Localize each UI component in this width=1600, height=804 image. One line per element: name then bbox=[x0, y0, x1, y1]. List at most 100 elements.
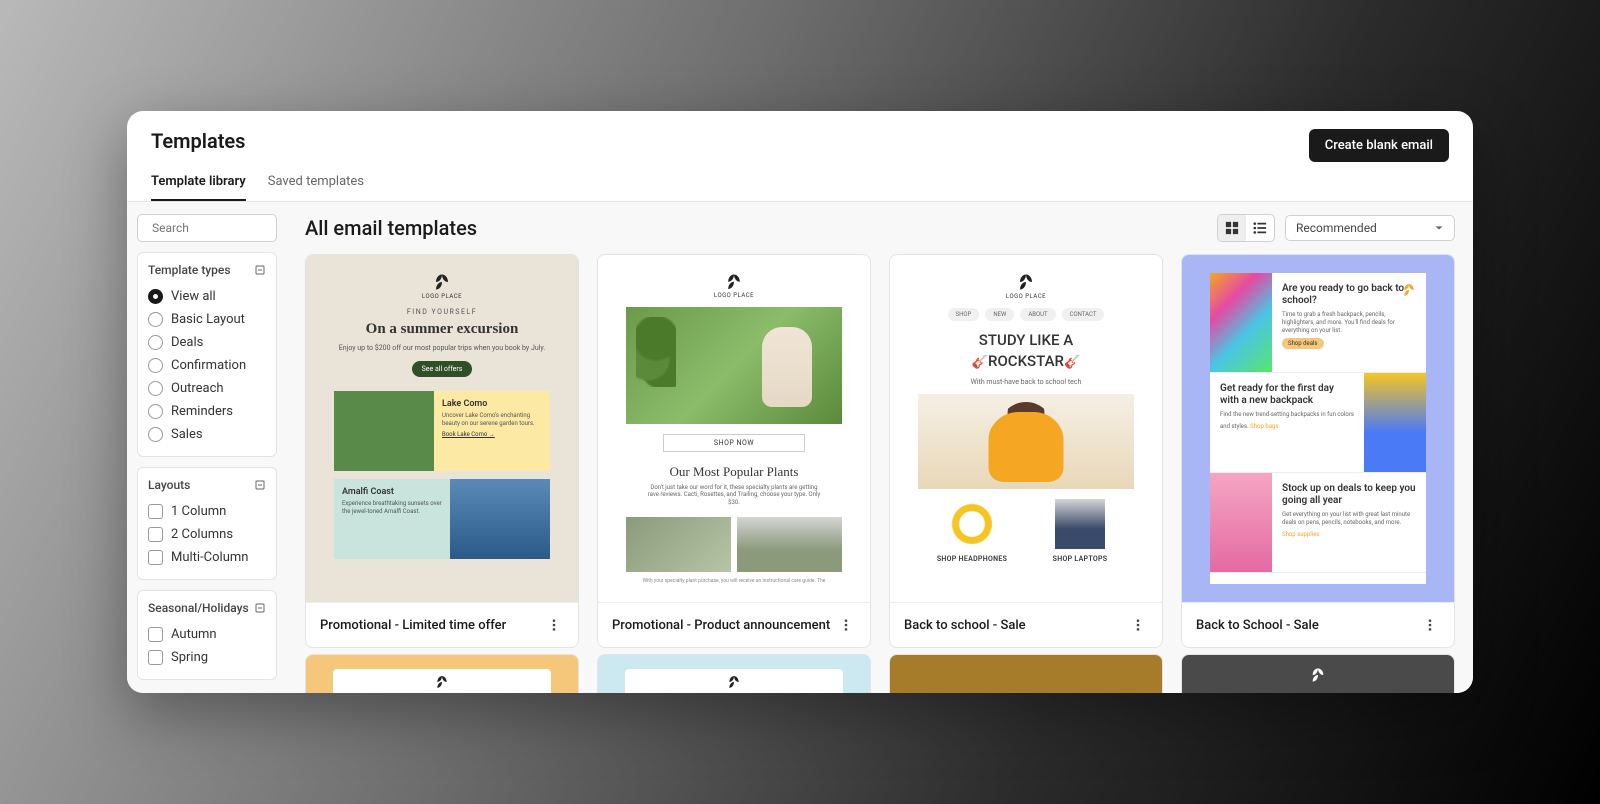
card-footer: Promotional - Product announcement bbox=[598, 602, 870, 647]
collapse-icon bbox=[254, 602, 266, 614]
card-menu-button[interactable] bbox=[1420, 615, 1440, 635]
more-vertical-icon bbox=[1423, 618, 1437, 632]
leaf-logo-icon bbox=[433, 273, 451, 291]
guitar-icon: 🎸 bbox=[1064, 355, 1080, 370]
headphones-image bbox=[947, 499, 997, 549]
filter-deals[interactable]: Deals bbox=[148, 331, 266, 354]
sort-dropdown[interactable]: Recommended bbox=[1285, 215, 1455, 241]
template-card[interactable]: Are you ready to go back to school?Time … bbox=[1181, 254, 1455, 648]
leaf-logo-icon bbox=[727, 675, 741, 689]
template-preview: Are you ready to go back to school?Time … bbox=[1182, 255, 1454, 602]
templates-grid: LOGO PLACE FIND YOURSELF On a summer exc… bbox=[287, 254, 1473, 654]
template-card[interactable]: LOGO PLACE FIND YOURSELF On a summer exc… bbox=[305, 254, 579, 648]
template-card[interactable]: LOGO PLACE SHOPNEWABOUTCONTACT STUDY LIK… bbox=[889, 254, 1163, 648]
card-menu-button[interactable] bbox=[1128, 615, 1148, 635]
search-box[interactable] bbox=[137, 214, 277, 242]
leaf-logo-icon bbox=[435, 675, 449, 689]
card-menu-button[interactable] bbox=[836, 615, 856, 635]
templates-grid-row2 bbox=[287, 654, 1473, 693]
create-blank-email-button[interactable]: Create blank email bbox=[1309, 129, 1449, 162]
template-card[interactable] bbox=[305, 654, 579, 693]
leaf-logo-icon bbox=[1310, 667, 1326, 683]
main-content: All email templates Recommended bbox=[287, 202, 1473, 693]
filter-2-columns[interactable]: 2 Columns bbox=[148, 523, 266, 546]
checkbox-icon bbox=[148, 627, 163, 642]
collapse-icon bbox=[254, 479, 266, 491]
backpack-image bbox=[1364, 373, 1426, 472]
radio-icon bbox=[148, 404, 163, 419]
filter-spring[interactable]: Spring bbox=[148, 646, 266, 669]
app-window: Templates Create blank email Template li… bbox=[127, 111, 1473, 693]
filter-heading[interactable]: Template types bbox=[148, 263, 266, 277]
more-vertical-icon bbox=[839, 618, 853, 632]
checkbox-icon bbox=[148, 550, 163, 565]
pencils-image bbox=[1210, 273, 1272, 372]
laptop-image bbox=[1055, 499, 1105, 549]
card-menu-button[interactable] bbox=[544, 615, 564, 635]
chevron-down-icon bbox=[1434, 223, 1444, 233]
filter-autumn[interactable]: Autumn bbox=[148, 623, 266, 646]
checkbox-icon bbox=[148, 650, 163, 665]
student-hero-image bbox=[918, 394, 1134, 489]
coast-image bbox=[450, 479, 550, 559]
checkbox-icon bbox=[148, 527, 163, 542]
card-title: Promotional - Product announcement bbox=[612, 618, 830, 633]
filter-basic-layout[interactable]: Basic Layout bbox=[148, 308, 266, 331]
card-title: Promotional - Limited time offer bbox=[320, 618, 506, 633]
card-footer: Back to School - Sale bbox=[1182, 602, 1454, 647]
tab-saved-templates[interactable]: Saved templates bbox=[268, 174, 364, 201]
page-title: Templates bbox=[151, 129, 245, 153]
more-vertical-icon bbox=[1131, 618, 1145, 632]
more-vertical-icon bbox=[547, 618, 561, 632]
search-input[interactable] bbox=[152, 221, 308, 235]
filter-multi-column[interactable]: Multi-Column bbox=[148, 546, 266, 569]
sidebar: Template types View all Basic Layout Dea… bbox=[127, 202, 287, 693]
filter-outreach[interactable]: Outreach bbox=[148, 377, 266, 400]
plants-hero-image bbox=[626, 307, 842, 423]
main-title: All email templates bbox=[305, 216, 477, 240]
radio-icon bbox=[148, 381, 163, 396]
filter-sales[interactable]: Sales bbox=[148, 423, 266, 446]
radio-icon bbox=[148, 312, 163, 327]
template-card[interactable] bbox=[1181, 654, 1455, 693]
template-card[interactable]: LOGO PLACE SHOP NOW Our Most Popular Pla… bbox=[597, 254, 871, 648]
card-title: Back to School - Sale bbox=[1196, 618, 1319, 633]
plant-thumb bbox=[737, 517, 842, 572]
template-preview: LOGO PLACE SHOP NOW Our Most Popular Pla… bbox=[598, 255, 870, 602]
radio-icon bbox=[148, 358, 163, 373]
radio-icon bbox=[148, 335, 163, 350]
card-footer: Promotional - Limited time offer bbox=[306, 602, 578, 647]
list-view-button[interactable] bbox=[1246, 215, 1274, 241]
filter-layouts: Layouts 1 Column 2 Columns Multi-Column bbox=[137, 467, 277, 580]
plant-thumb bbox=[626, 517, 731, 572]
grid-view-button[interactable] bbox=[1218, 215, 1246, 241]
tabs: Template library Saved templates bbox=[127, 162, 1473, 202]
body: Template types View all Basic Layout Dea… bbox=[127, 202, 1473, 693]
filter-reminders[interactable]: Reminders bbox=[148, 400, 266, 423]
calculator-image bbox=[1210, 473, 1272, 572]
filter-template-types: Template types View all Basic Layout Dea… bbox=[137, 252, 277, 457]
garden-image bbox=[334, 391, 434, 471]
tab-template-library[interactable]: Template library bbox=[151, 174, 246, 201]
radio-icon bbox=[148, 289, 163, 304]
filter-view-all[interactable]: View all bbox=[148, 285, 266, 308]
leaf-logo-icon bbox=[1017, 273, 1035, 291]
collapse-icon bbox=[254, 264, 266, 276]
filter-heading[interactable]: Seasonal/Holidays bbox=[148, 601, 266, 615]
grid-icon bbox=[1225, 221, 1239, 235]
card-footer: Back to school - Sale bbox=[890, 602, 1162, 647]
leaf-logo-icon bbox=[725, 273, 743, 290]
card-title: Back to school - Sale bbox=[904, 618, 1026, 633]
filter-confirmation[interactable]: Confirmation bbox=[148, 354, 266, 377]
main-header: All email templates Recommended bbox=[287, 202, 1473, 254]
view-toggle bbox=[1217, 214, 1275, 242]
template-preview: LOGO PLACE FIND YOURSELF On a summer exc… bbox=[306, 255, 578, 602]
filter-seasonal: Seasonal/Holidays Autumn Spring bbox=[137, 590, 277, 680]
leaf-logo-icon bbox=[1402, 283, 1416, 297]
template-preview: LOGO PLACE SHOPNEWABOUTCONTACT STUDY LIK… bbox=[890, 255, 1162, 602]
template-card[interactable] bbox=[889, 654, 1163, 693]
filter-heading[interactable]: Layouts bbox=[148, 478, 266, 492]
template-card[interactable] bbox=[597, 654, 871, 693]
checkbox-icon bbox=[148, 504, 163, 519]
filter-1-column[interactable]: 1 Column bbox=[148, 500, 266, 523]
